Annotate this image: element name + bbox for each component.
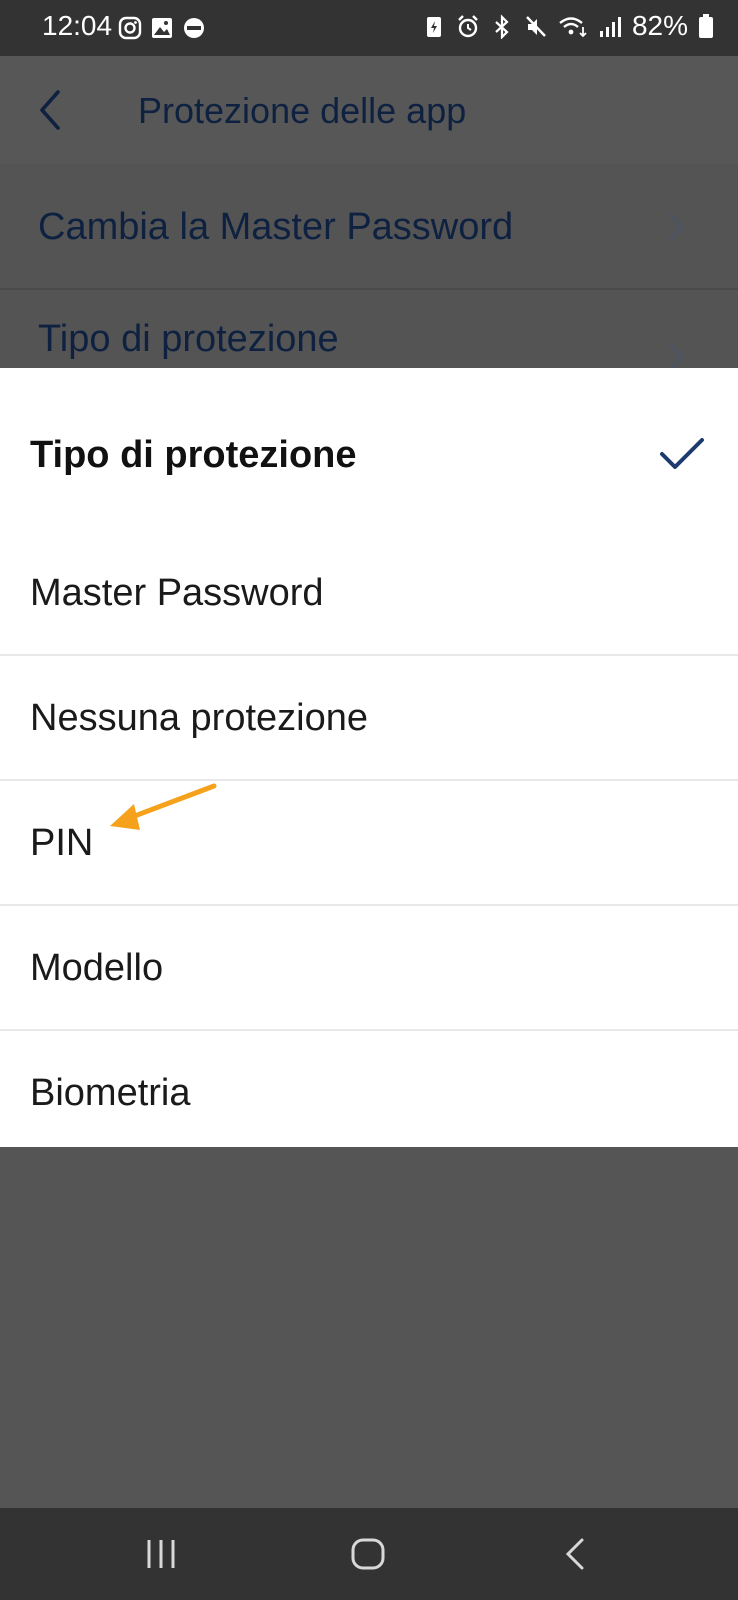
status-bar: 12:04 82% <box>0 0 738 56</box>
chevron-right-icon <box>669 213 684 241</box>
status-left-icons <box>118 14 206 40</box>
app-background: Protezione delle app Cambia la Master Pa… <box>0 56 738 371</box>
alarm-icon <box>458 15 478 38</box>
instagram-icon <box>118 16 142 40</box>
option-no-protection[interactable]: Nessuna protezione <box>0 655 738 781</box>
battery-icon <box>699 14 713 38</box>
app-header: Protezione delle app <box>0 56 738 164</box>
annotation-arrow-icon <box>110 783 217 830</box>
battery-saver-icon <box>426 17 441 37</box>
status-time: 12:04 <box>42 10 113 41</box>
option-master-password[interactable]: Master Password <box>0 530 738 656</box>
option-label: Modello <box>30 947 164 989</box>
wifi-icon <box>559 17 587 38</box>
checkmark-icon[interactable] <box>658 436 706 472</box>
option-pattern[interactable]: Modello <box>0 905 738 1031</box>
back-arrow-icon[interactable] <box>32 86 68 134</box>
back-icon[interactable] <box>564 1536 588 1572</box>
gallery-icon <box>152 18 172 38</box>
protection-type-sheet: Tipo di protezione Master Password Nessu… <box>0 368 738 1147</box>
option-label: Biometria <box>30 1072 191 1114</box>
settings-item-label: Cambia la Master Password <box>38 206 514 248</box>
recent-apps-icon[interactable] <box>144 1536 178 1572</box>
settings-item-label: Tipo di protezione <box>38 318 339 360</box>
mute-icon <box>526 16 546 37</box>
sheet-title: Tipo di protezione <box>30 434 357 476</box>
battery-percent: 82% <box>631 10 688 41</box>
wear-icon <box>184 18 204 38</box>
status-right: 82% <box>422 10 714 42</box>
bluetooth-icon <box>495 14 509 39</box>
page-title: Protezione delle app <box>138 90 467 131</box>
home-icon[interactable] <box>350 1536 386 1572</box>
system-nav-bar <box>0 1508 738 1600</box>
settings-item-change-master-password[interactable]: Cambia la Master Password <box>0 164 738 290</box>
option-label: PIN <box>30 822 94 864</box>
option-label: Master Password <box>30 572 324 614</box>
option-biometrics[interactable]: Biometria <box>0 1030 738 1154</box>
option-label: Nessuna protezione <box>30 697 368 739</box>
signal-icon <box>599 17 621 37</box>
